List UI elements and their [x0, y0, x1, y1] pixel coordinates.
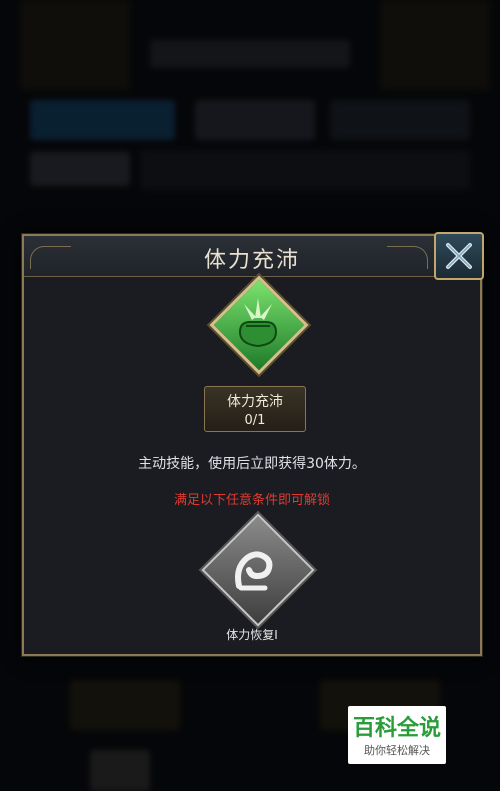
skill-description: 主动技能，使用后立即获得30体力。	[138, 456, 366, 472]
close-button[interactable]	[434, 232, 484, 280]
fist-icon	[238, 298, 278, 348]
close-x-icon	[446, 243, 472, 269]
arm-icon[interactable]	[221, 534, 291, 604]
watermark-logo: 百科全说 助你轻松解决	[348, 706, 446, 764]
dialog-title: 体力充沛	[203, 248, 300, 273]
unlock-condition: 满足以下任意条件即可解锁	[173, 493, 330, 508]
skill-name: 体力充沛	[227, 394, 283, 410]
skill-badge: 体力充沛 0/1	[204, 386, 306, 432]
skill-dialog: 体力充沛 体力充沛 0/1 主动技能，使用后立即获得30体力。 满足以下任意条件…	[22, 232, 484, 656]
unlock-option-label: 体力恢复I	[226, 628, 278, 642]
dialog-header: 体力充沛	[24, 236, 480, 277]
skill-count: 0/1	[244, 413, 266, 428]
watermark-title: 百科全说	[352, 716, 441, 741]
watermark-subtitle: 助你轻松解决	[364, 744, 430, 757]
